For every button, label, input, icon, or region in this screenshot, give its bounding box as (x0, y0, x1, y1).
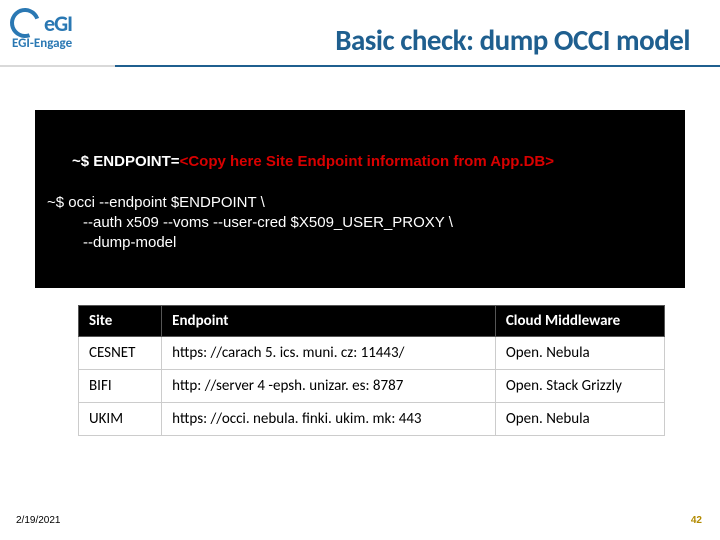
cell-middleware: Open. Stack Grizzly (495, 370, 664, 403)
table-row: BIFI http: //server 4 -epsh. unizar. es:… (79, 370, 665, 403)
term-line3: --auth x509 --voms --user-cred $X509_USE… (47, 213, 673, 233)
table-header-row: Site Endpoint Cloud Middleware (79, 306, 665, 337)
term-line4: --dump-model (47, 233, 673, 253)
cell-site: BIFI (79, 370, 162, 403)
brand-logo: eGI EGI-Engage (10, 8, 105, 51)
cell-endpoint: https: //carach 5. ics. muni. cz: 11443/ (162, 337, 496, 370)
cell-site: UKIM (79, 403, 162, 436)
footer-date: 2/19/2021 (16, 515, 61, 526)
cell-site: CESNET (79, 337, 162, 370)
th-middleware: Cloud Middleware (495, 306, 664, 337)
terminal-block: ~$ ENDPOINT=<Copy here Site Endpoint inf… (35, 110, 685, 288)
footer-page-number: 42 (691, 515, 702, 526)
term-line1-param: <Copy here Site Endpoint information fro… (180, 153, 554, 170)
endpoint-table: Site Endpoint Cloud Middleware CESNET ht… (78, 305, 665, 436)
term-line1-prefix: ~$ ENDPOINT= (72, 153, 180, 170)
cell-middleware: Open. Nebula (495, 337, 664, 370)
logo-text: eGI (44, 10, 72, 37)
th-site: Site (79, 306, 162, 337)
title-underline (0, 65, 720, 67)
table-row: UKIM https: //occi. nebula. finki. ukim.… (79, 403, 665, 436)
cell-endpoint: http: //server 4 -epsh. unizar. es: 8787 (162, 370, 496, 403)
page-title: Basic check: dump OCCI model (200, 22, 690, 64)
cell-endpoint: https: //occi. nebula. finki. ukim. mk: … (162, 403, 496, 436)
term-line2: ~$ occi --endpoint $ENDPOINT \ (47, 193, 673, 213)
cell-middleware: Open. Nebula (495, 403, 664, 436)
table-row: CESNET https: //carach 5. ics. muni. cz:… (79, 337, 665, 370)
slide: eGI EGI-Engage Basic check: dump OCCI mo… (0, 0, 720, 540)
th-endpoint: Endpoint (162, 306, 496, 337)
